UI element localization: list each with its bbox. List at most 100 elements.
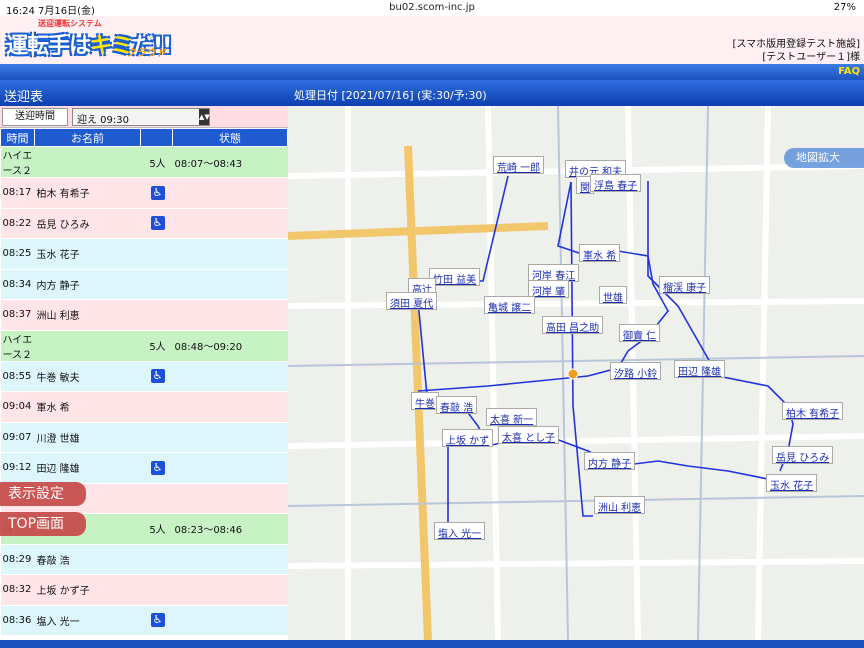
cell-time: ハイエース２ (0, 146, 35, 178)
map-passenger-label[interactable]: 春敲 浩 (436, 396, 478, 414)
map-passenger-label[interactable]: 竹田 益美 (429, 268, 481, 286)
schedule-panel: 送迎表 送迎時間 迎え 09:30 ▲▼ 時間 お名前 状態 ハイエース２ 5人 0… (0, 80, 288, 648)
battery-indicator: 27% (833, 2, 856, 13)
wheelchair-icon: ♿ (150, 460, 165, 475)
passenger-row[interactable]: 08:37 洲山 利恵 (0, 299, 288, 331)
cell-status (172, 544, 288, 575)
map-passenger-label[interactable]: 牛巻 (411, 392, 439, 410)
time-label: 送迎時間 (2, 108, 68, 126)
map-passenger-label[interactable]: 塩入 光一 (434, 522, 486, 540)
cell-extra (140, 422, 173, 453)
cell-extra (140, 391, 173, 423)
map-passenger-label[interactable]: 軍水 希 (579, 244, 621, 262)
app-logo[interactable]: 送迎運転システム 運転手はキミだ!! クラウド (4, 18, 174, 62)
header-bar (0, 64, 864, 80)
passenger-row[interactable]: 08:29 春敲 浩 (0, 544, 288, 575)
cell-extra (140, 269, 173, 300)
map-passenger-label[interactable]: 御賣 仁 (619, 324, 661, 342)
cell-extra (140, 299, 173, 331)
passenger-row[interactable]: 08:36 塩入 光一 ♿ (0, 605, 288, 636)
cell-status (172, 361, 288, 392)
cell-name: 岳見 ひろみ (34, 208, 141, 239)
facility-name: [スマホ版用登録テスト施設] (732, 39, 860, 50)
cell-status (172, 483, 288, 514)
passenger-row[interactable]: 08:25 玉水 花子 (0, 238, 288, 270)
passenger-row[interactable]: 08:17 柏木 有希子 ♿ (0, 177, 288, 209)
map-passenger-label[interactable]: 岳見 ひろみ (772, 446, 834, 464)
logo-cloud: クラウド (126, 48, 166, 59)
map-passenger-label[interactable]: 太喜 新一 (486, 408, 538, 426)
cell-name (34, 146, 141, 178)
time-selector-row: 送迎時間 迎え 09:30 ▲▼ (0, 106, 288, 128)
time-select[interactable]: 迎え 09:30 ▲▼ (72, 108, 210, 126)
cell-name: 牛巻 敏夫 (34, 361, 141, 392)
passenger-row[interactable]: 08:55 牛巻 敏夫 ♿ (0, 361, 288, 392)
vehicle-row[interactable]: ハイエース２ 5人 08:48〜09:20 (0, 330, 288, 362)
dropdown-arrow-icon: ▲▼ (199, 109, 210, 125)
cell-time: 08:32 (0, 574, 35, 606)
footer-bar (0, 640, 864, 648)
cell-name: 軍水 希 (34, 391, 141, 423)
cell-extra (140, 483, 173, 514)
facility-marker[interactable] (567, 368, 579, 380)
cell-status: 08:48〜09:20 (172, 330, 288, 362)
wheelchair-icon: ♿ (150, 613, 165, 628)
map-passenger-label[interactable]: 浮島 春子 (590, 174, 642, 192)
cell-status (172, 208, 288, 239)
map-passenger-label[interactable]: 亀城 譲二 (484, 296, 536, 314)
vehicle-row[interactable]: ハイエース２ 5人 08:07〜08:43 (0, 146, 288, 178)
passenger-row[interactable]: 09:04 軍水 希 (0, 391, 288, 423)
map-title: 処理日付 [2021/07/16] (実:30/予:30) (288, 80, 864, 106)
map-passenger-label[interactable]: 須田 夏代 (386, 292, 438, 310)
passenger-row[interactable]: 09:12 田辺 隆雄 ♿ (0, 452, 288, 484)
passenger-row[interactable]: 08:34 内方 静子 (0, 269, 288, 300)
cell-time: 08:34 (0, 269, 35, 300)
top-page-button[interactable]: TOP画面 (0, 512, 86, 536)
map-passenger-label[interactable]: 汐路 小鈴 (610, 362, 662, 380)
cell-extra: ♿ (140, 208, 173, 239)
cell-time: 08:25 (0, 238, 35, 270)
cell-name: 田辺 隆雄 (34, 452, 141, 484)
display-settings-button[interactable]: 表示設定 (0, 482, 86, 506)
cell-time: 08:22 (0, 208, 35, 239)
faq-link[interactable]: FAQ (838, 66, 860, 77)
map-passenger-label[interactable]: 太喜 とし子 (498, 426, 560, 444)
map-passenger-label[interactable]: 高田 昌之助 (542, 316, 604, 334)
map-zoom-button[interactable]: 地図拡大 (784, 148, 864, 168)
cell-name: 内方 静子 (34, 269, 141, 300)
map-passenger-label[interactable]: 榴渓 康子 (659, 276, 711, 294)
cell-status (172, 177, 288, 209)
cell-time: 09:07 (0, 422, 35, 453)
cell-name: 洲山 利恵 (34, 299, 141, 331)
passenger-row[interactable]: 08:32 上坂 かず子 (0, 574, 288, 606)
passenger-row[interactable]: 09:07 川澄 世雄 (0, 422, 288, 453)
wheelchair-icon: ♿ (150, 369, 165, 384)
cell-time: 08:29 (0, 544, 35, 575)
col-name: お名前 (34, 128, 141, 147)
map-passenger-label[interactable]: 玉水 花子 (766, 474, 818, 492)
url-bar[interactable]: bu02.scom-inc.jp (0, 2, 864, 13)
map-passenger-label[interactable]: 柏木 有希子 (782, 402, 844, 420)
cell-extra: 5人 (140, 146, 173, 178)
cell-extra: ♿ (140, 361, 173, 392)
schedule-table: 時間 お名前 状態 ハイエース２ 5人 08:07〜08:43 08:17 柏木 有希子… (0, 128, 288, 636)
route-map[interactable]: 荒崎 一郎 井の元 和夫関浮島 春子 軍水 希竹田 益美 高辻 河岸 春江 河岸 肇世雄榴… (288, 106, 864, 640)
app-header: 送迎運転システム 運転手はキミだ!! クラウド [スマホ版用登録テスト施設] [… (0, 16, 864, 64)
cell-extra: 5人 (140, 513, 173, 545)
map-passenger-label[interactable]: 上坂 かず (442, 429, 494, 447)
cell-name: 春敲 浩 (34, 544, 141, 575)
cell-time: 08:36 (0, 605, 35, 636)
cell-name: 玉水 花子 (34, 238, 141, 270)
cell-time: 08:55 (0, 361, 35, 392)
panel-title: 送迎表 (0, 80, 288, 106)
cell-extra (140, 238, 173, 270)
map-passenger-label[interactable]: 世雄 (599, 286, 627, 304)
passenger-row[interactable]: 08:22 岳見 ひろみ ♿ (0, 208, 288, 239)
map-passenger-label[interactable]: 洲山 利恵 (594, 496, 646, 514)
map-passenger-label[interactable]: 田辺 隆雄 (674, 360, 726, 378)
cell-extra: ♿ (140, 177, 173, 209)
map-passenger-label[interactable]: 荒崎 一郎 (493, 156, 545, 174)
map-passenger-label[interactable]: 内方 静子 (584, 452, 636, 470)
cell-name: 柏木 有希子 (34, 177, 141, 209)
cell-status (172, 574, 288, 606)
